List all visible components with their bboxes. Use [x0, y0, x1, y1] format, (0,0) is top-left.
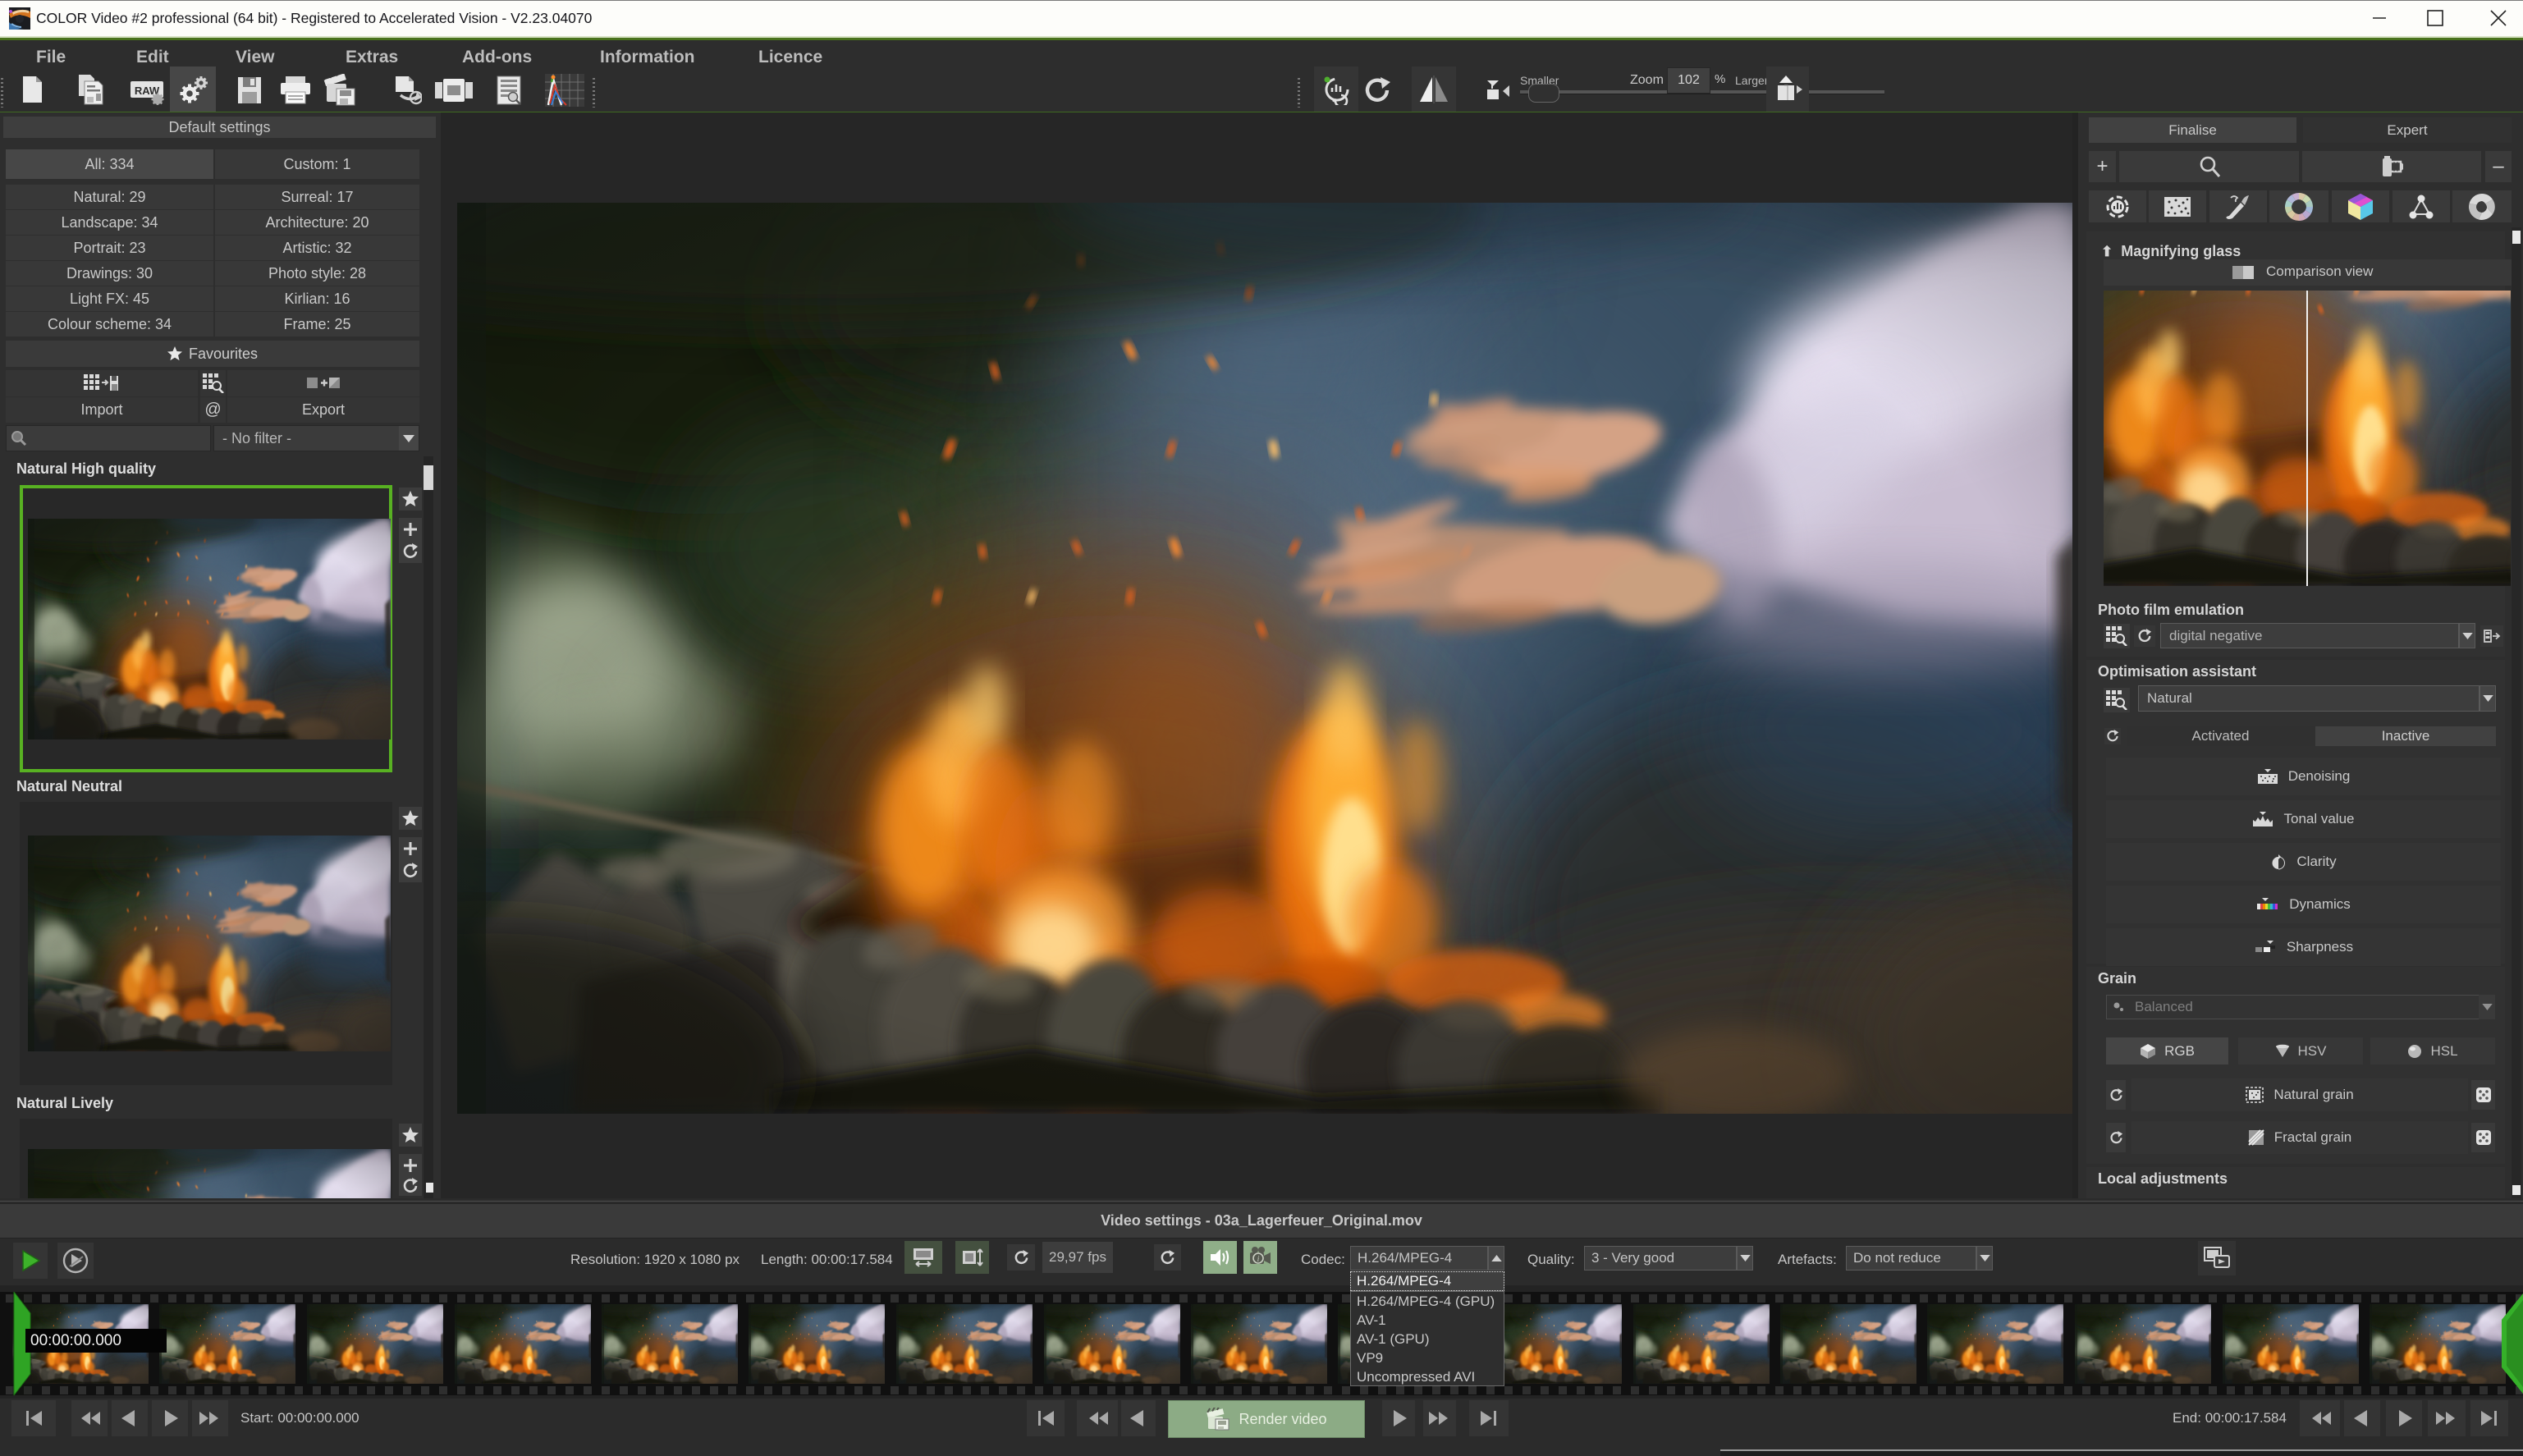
svg-text:i: i: [1257, 1255, 1259, 1264]
